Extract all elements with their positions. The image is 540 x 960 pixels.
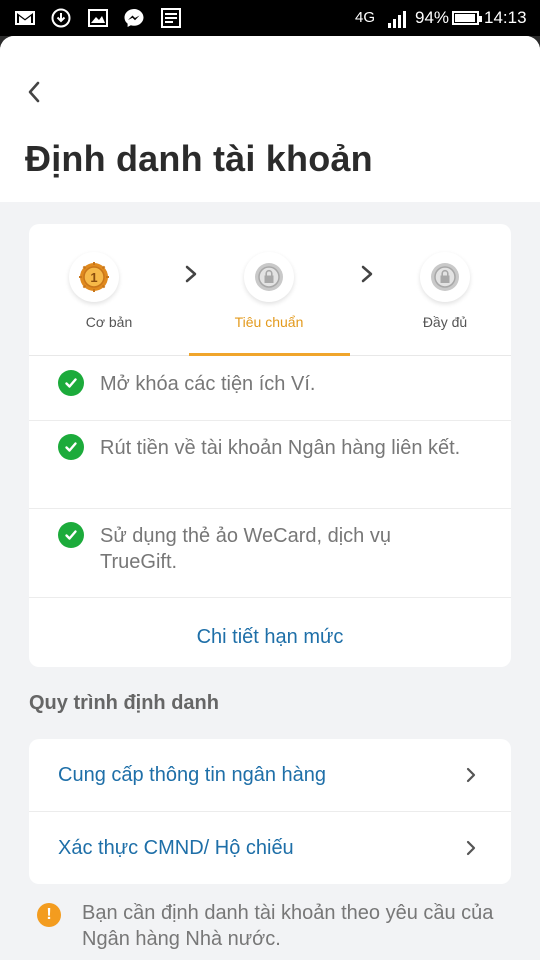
limit-details-link[interactable]: Chi tiết hạn mức <box>29 607 511 667</box>
network-type: 4G <box>355 9 376 26</box>
benefit-text: Sử dụng thẻ ảo WeCard, dịch vụ TrueGift. <box>100 525 391 573</box>
process-item-bank-info[interactable]: Cung cấp thông tin ngân hàng <box>29 739 511 811</box>
step-standard[interactable]: Tiêu chuẩn <box>189 224 349 344</box>
levels-card: 1 Cơ bản Tiêu chuẩn Đầy đủ Mở khóa các t… <box>29 224 511 667</box>
gallery-icon <box>88 9 108 27</box>
check-icon <box>58 370 84 396</box>
chevron-right-icon <box>466 767 476 783</box>
notice-text: Bạn cần định danh tài khoản theo yêu cầu… <box>82 902 494 950</box>
chevron-left-icon <box>28 81 40 103</box>
back-button[interactable] <box>18 76 50 108</box>
benefit-item: Rút tiền về tài khoản Ngân hàng liên kết… <box>29 421 511 509</box>
locked-medal-icon <box>244 252 294 302</box>
locked-medal-icon <box>420 252 470 302</box>
account-verification-sheet: Định danh tài khoản 1 Cơ bản Tiêu chuẩn … <box>0 36 540 960</box>
gmail-icon <box>15 11 35 25</box>
step-label: Tiêu chuẩn <box>234 314 304 330</box>
clock: 14:13 <box>484 8 527 27</box>
gold-medal-icon: 1 <box>69 252 119 302</box>
benefit-item: Sử dụng thẻ ảo WeCard, dịch vụ TrueGift. <box>29 509 511 598</box>
process-item-label: Cung cấp thông tin ngân hàng <box>58 764 326 786</box>
signal-icon <box>388 10 410 28</box>
header: Định danh tài khoản <box>0 36 540 202</box>
step-full[interactable]: Đầy đủ <box>351 224 511 344</box>
check-icon <box>58 522 84 548</box>
check-icon <box>58 434 84 460</box>
benefit-text: Rút tiền về tài khoản Ngân hàng liên kết… <box>100 437 461 459</box>
news-icon <box>161 8 181 28</box>
process-item-id-verification[interactable]: Xác thực CMND/ Hộ chiếu <box>29 811 511 884</box>
battery-icon <box>452 11 482 25</box>
step-label: Cơ bản <box>85 314 133 330</box>
process-item-label: Xác thực CMND/ Hộ chiếu <box>58 837 294 859</box>
svg-text:1: 1 <box>90 270 97 285</box>
messenger-icon <box>124 9 144 27</box>
battery-percent: 94% <box>415 8 450 27</box>
download-icon <box>51 8 71 28</box>
chevron-right-icon <box>466 840 476 856</box>
benefit-item: Mở khóa các tiện ích Ví. <box>29 356 511 421</box>
warning-icon: ! <box>37 903 61 927</box>
page-title: Định danh tài khoản <box>25 138 373 179</box>
section-title: Quy trình định danh <box>29 692 219 714</box>
status-bar: 4G 94% 14:13 <box>0 0 540 36</box>
step-label: Đầy đủ <box>422 314 468 330</box>
benefit-text: Mở khóa các tiện ích Ví. <box>100 373 316 395</box>
process-card: Cung cấp thông tin ngân hàng Xác thực CM… <box>29 739 511 884</box>
step-basic[interactable]: 1 Cơ bản <box>29 224 189 344</box>
